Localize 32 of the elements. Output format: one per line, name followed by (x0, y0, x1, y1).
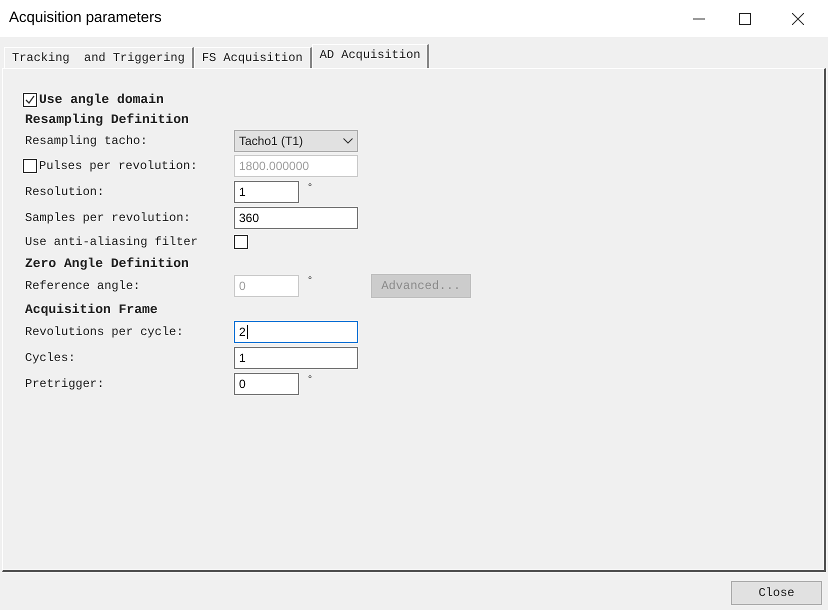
input-field[interactable]: 2 (234, 321, 358, 343)
section-heading: Zero Angle Definition (25, 254, 189, 272)
checkbox-label: Use angle domain (39, 91, 164, 110)
field-label: Cycles: (25, 350, 76, 367)
field-label: Revolutions per cycle: (25, 324, 184, 341)
section-heading: Acquisition Frame (25, 300, 158, 318)
field-label: Reference angle: (25, 278, 142, 295)
checkbox[interactable] (23, 93, 37, 107)
field-label: Resolution: (25, 184, 106, 201)
input-field[interactable]: 1 (234, 347, 358, 369)
input-field[interactable]: 360 (234, 207, 358, 229)
tab[interactable]: FS Acquisition (194, 47, 312, 68)
unit-label: ° (307, 275, 314, 289)
tab[interactable]: AD Acquisition (312, 44, 430, 68)
input-field[interactable]: 1 (234, 181, 299, 203)
section-heading: Resampling Definition (25, 110, 189, 128)
maximize-icon[interactable] (739, 12, 751, 24)
checkbox-label: Pulses per revolution: (39, 158, 198, 175)
window-title: Acquisition parameters (9, 8, 162, 28)
field-label: Pretrigger: (25, 376, 106, 393)
close-button[interactable]: Close (731, 581, 822, 605)
checkbox-label: Use anti-aliasing filter (25, 234, 199, 251)
unit-label: ° (307, 182, 314, 196)
tacho-dropdown[interactable]: Tacho1 (T1) (234, 130, 358, 152)
close-icon[interactable] (792, 12, 804, 24)
field-label: Resampling tacho: (25, 133, 148, 150)
chevron-down-icon (343, 138, 353, 144)
unit-label: ° (307, 374, 314, 388)
field-label: Samples per revolution: (25, 210, 192, 227)
tab[interactable]: Tracking and Triggering (4, 47, 194, 68)
input-field[interactable]: 0 (234, 373, 299, 395)
checkbox[interactable] (234, 235, 248, 249)
